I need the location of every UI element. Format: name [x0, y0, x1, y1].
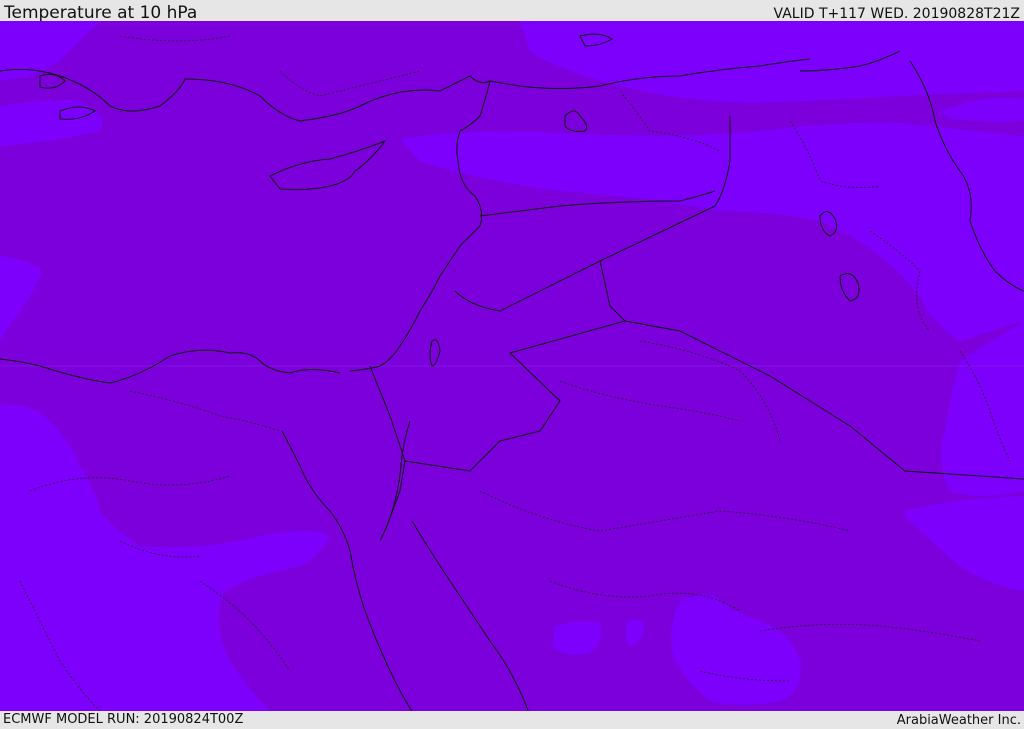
footer-bar: ECMWF MODEL RUN: 20190824T00Z ArabiaWeat… [0, 711, 1024, 729]
credit-text: ArabiaWeather Inc. [896, 713, 1021, 728]
weather-map[interactable] [0, 21, 1024, 711]
header-bar: Temperature at 10 hPa VALID T+117 WED. 2… [0, 0, 1024, 23]
model-run: ECMWF MODEL RUN: 20190824T00Z [3, 712, 244, 727]
map-canvas [0, 21, 1024, 711]
